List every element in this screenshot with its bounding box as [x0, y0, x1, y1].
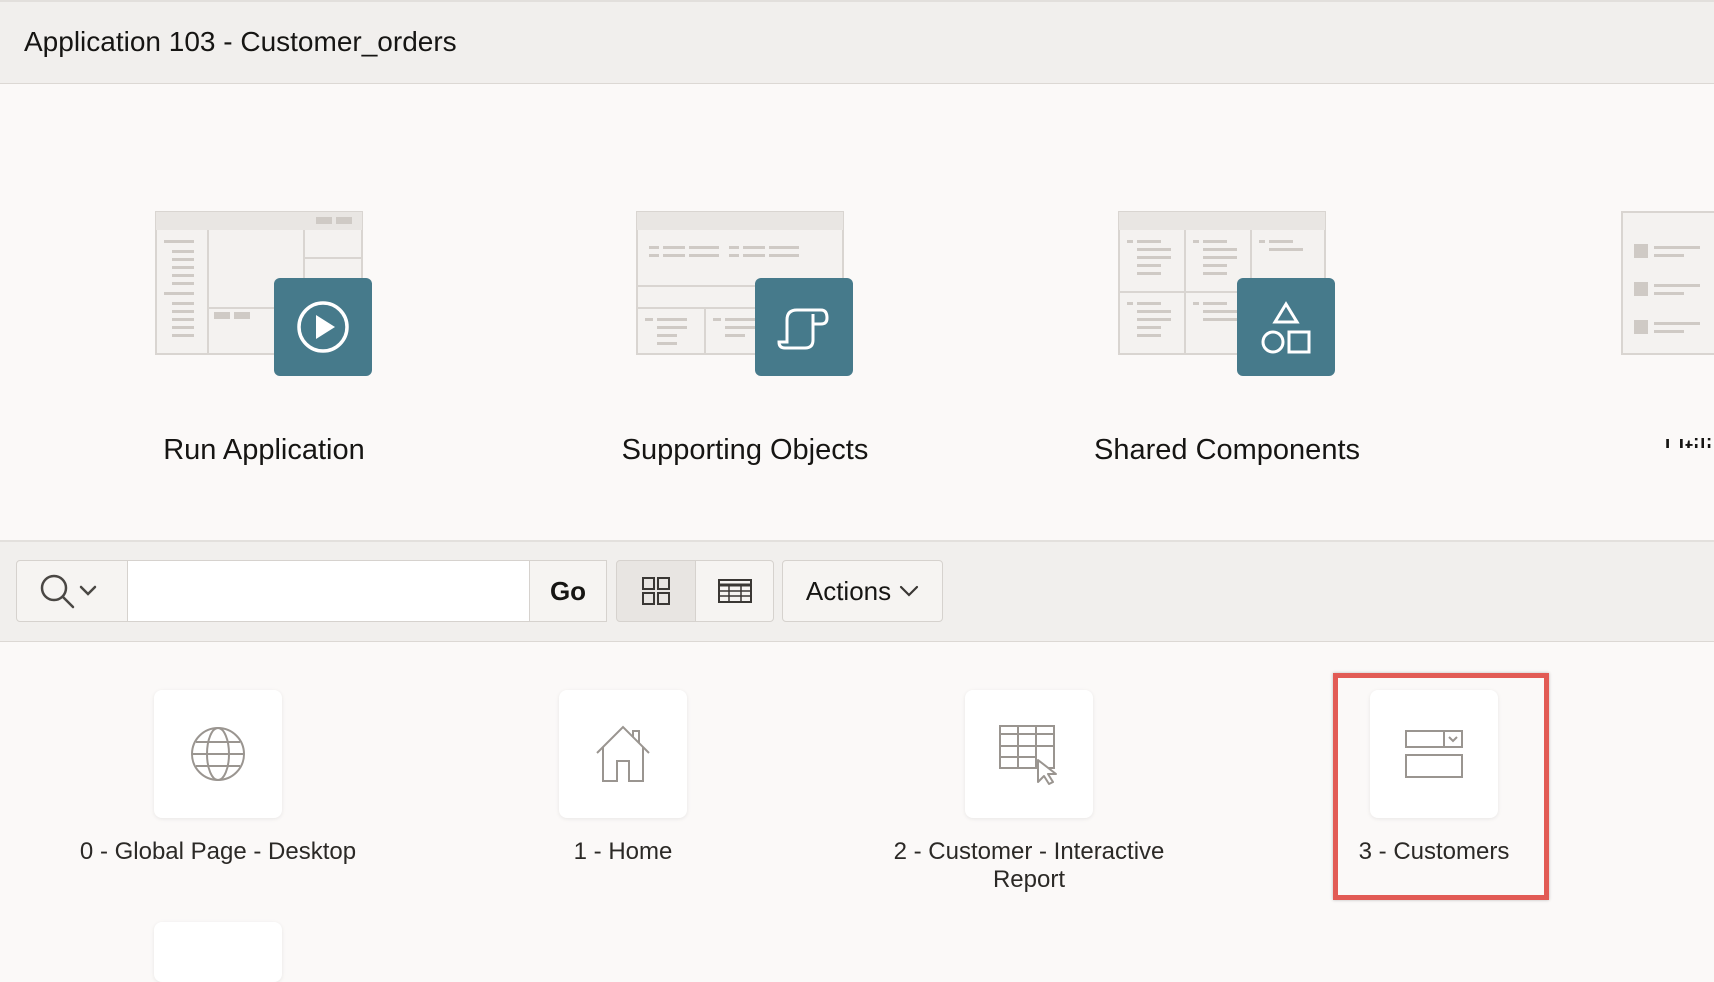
page-card-interactive-report[interactable]: 2 - Customer - Interactive Report — [864, 690, 1194, 893]
utilities-illustration — [1621, 211, 1714, 355]
actions-menu-button[interactable]: Actions — [782, 560, 943, 622]
page-label: 0 - Global Page - Desktop — [79, 838, 357, 865]
page-label: 1 - Home — [573, 838, 673, 865]
hero-section: Run Application Supporting Objects Share… — [0, 84, 1714, 542]
shared-components-illustration — [1118, 211, 1335, 376]
shared-components-card[interactable]: Shared Components — [1077, 208, 1377, 466]
utilities-label: Utili — [1664, 434, 1714, 448]
supporting-objects-card[interactable]: Supporting Objects — [595, 208, 895, 466]
home-icon — [596, 725, 650, 782]
actions-label: Actions — [805, 575, 892, 606]
run-application-label: Run Application — [163, 434, 365, 466]
page-tile-partial[interactable] — [154, 922, 282, 982]
search-icon — [40, 574, 97, 609]
page-card-global-page[interactable]: 0 - Global Page - Desktop — [53, 690, 383, 870]
go-button[interactable]: Go — [529, 560, 607, 622]
page-tile[interactable] — [154, 690, 282, 818]
grid-view-icon — [642, 577, 670, 605]
page-label: 2 - Customer - Interactive Report — [893, 838, 1165, 893]
app-title-bar: Application 103 - Customer_orders — [0, 0, 1714, 84]
utilities-card[interactable]: Utili — [1560, 208, 1714, 448]
supporting-objects-label: Supporting Objects — [621, 434, 869, 466]
highlight-box — [1333, 673, 1549, 900]
run-application-card[interactable]: Run Application — [114, 208, 414, 466]
supporting-objects-illustration — [636, 211, 853, 376]
report-icon — [999, 725, 1057, 785]
chevron-down-icon — [900, 585, 919, 597]
grid-view-button[interactable] — [616, 560, 696, 622]
report-view-button[interactable] — [695, 560, 774, 622]
globe-icon — [191, 727, 245, 781]
shared-components-label: Shared Components — [1094, 434, 1360, 466]
run-application-illustration — [155, 211, 372, 376]
search-column-selector[interactable] — [16, 560, 128, 622]
page-tile[interactable] — [559, 690, 687, 818]
table-view-icon — [717, 579, 752, 603]
page-card-home[interactable]: 1 - Home — [458, 690, 788, 870]
page-tile[interactable] — [965, 690, 1093, 818]
search-input[interactable] — [127, 560, 530, 622]
page-title: Application 103 - Customer_orders — [24, 26, 457, 57]
page-toolbar: Go Actions — [0, 542, 1714, 642]
